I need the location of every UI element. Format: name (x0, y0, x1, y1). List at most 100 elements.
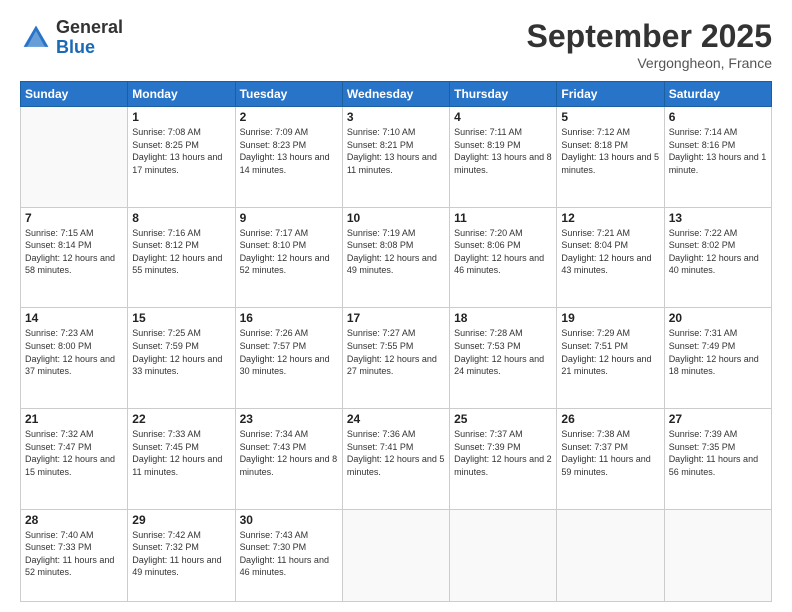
table-row: 16 Sunrise: 7:26 AM Sunset: 7:57 PM Dayli… (235, 308, 342, 409)
day-number: 23 (240, 412, 338, 426)
day-number: 10 (347, 211, 445, 225)
day-number: 13 (669, 211, 767, 225)
day-number: 3 (347, 110, 445, 124)
day-number: 16 (240, 311, 338, 325)
col-friday: Friday (557, 82, 664, 107)
day-info: Sunrise: 7:22 AM Sunset: 8:02 PM Dayligh… (669, 227, 767, 277)
table-row: 30 Sunrise: 7:43 AM Sunset: 7:30 PM Dayli… (235, 509, 342, 601)
day-info: Sunrise: 7:36 AM Sunset: 7:41 PM Dayligh… (347, 428, 445, 478)
logo-icon (20, 22, 52, 54)
day-number: 28 (25, 513, 123, 527)
header: General Blue September 2025 Vergongheon,… (20, 18, 772, 71)
day-number: 26 (561, 412, 659, 426)
day-number: 17 (347, 311, 445, 325)
day-number: 2 (240, 110, 338, 124)
day-info: Sunrise: 7:27 AM Sunset: 7:55 PM Dayligh… (347, 327, 445, 377)
table-row: 8 Sunrise: 7:16 AM Sunset: 8:12 PM Daylig… (128, 207, 235, 308)
day-info: Sunrise: 7:17 AM Sunset: 8:10 PM Dayligh… (240, 227, 338, 277)
day-number: 4 (454, 110, 552, 124)
day-number: 22 (132, 412, 230, 426)
col-thursday: Thursday (450, 82, 557, 107)
day-info: Sunrise: 7:37 AM Sunset: 7:39 PM Dayligh… (454, 428, 552, 478)
col-saturday: Saturday (664, 82, 771, 107)
day-number: 15 (132, 311, 230, 325)
table-row: 11 Sunrise: 7:20 AM Sunset: 8:06 PM Dayli… (450, 207, 557, 308)
table-row: 12 Sunrise: 7:21 AM Sunset: 8:04 PM Dayli… (557, 207, 664, 308)
day-number: 30 (240, 513, 338, 527)
day-info: Sunrise: 7:14 AM Sunset: 8:16 PM Dayligh… (669, 126, 767, 176)
col-sunday: Sunday (21, 82, 128, 107)
day-info: Sunrise: 7:10 AM Sunset: 8:21 PM Dayligh… (347, 126, 445, 176)
day-info: Sunrise: 7:21 AM Sunset: 8:04 PM Dayligh… (561, 227, 659, 277)
table-row: 9 Sunrise: 7:17 AM Sunset: 8:10 PM Daylig… (235, 207, 342, 308)
logo-text: General Blue (56, 18, 123, 58)
day-info: Sunrise: 7:33 AM Sunset: 7:45 PM Dayligh… (132, 428, 230, 478)
table-row: 17 Sunrise: 7:27 AM Sunset: 7:55 PM Dayli… (342, 308, 449, 409)
day-number: 1 (132, 110, 230, 124)
logo-line2: Blue (56, 38, 123, 58)
day-info: Sunrise: 7:34 AM Sunset: 7:43 PM Dayligh… (240, 428, 338, 478)
day-number: 25 (454, 412, 552, 426)
table-row: 3 Sunrise: 7:10 AM Sunset: 8:21 PM Daylig… (342, 107, 449, 208)
table-row: 22 Sunrise: 7:33 AM Sunset: 7:45 PM Dayli… (128, 408, 235, 509)
table-row: 24 Sunrise: 7:36 AM Sunset: 7:41 PM Dayli… (342, 408, 449, 509)
table-row: 27Sunrise: 7:39 AM Sunset: 7:35 PM Dayli… (664, 408, 771, 509)
day-info: Sunrise: 7:25 AM Sunset: 7:59 PM Dayligh… (132, 327, 230, 377)
day-number: 6 (669, 110, 767, 124)
table-row: 20 Sunrise: 7:31 AM Sunset: 7:49 PM Dayli… (664, 308, 771, 409)
calendar-header-row: Sunday Monday Tuesday Wednesday Thursday… (21, 82, 772, 107)
day-number: 21 (25, 412, 123, 426)
table-row: 1Sunrise: 7:08 AM Sunset: 8:25 PM Daylig… (128, 107, 235, 208)
table-row: 19 Sunrise: 7:29 AM Sunset: 7:51 PM Dayli… (557, 308, 664, 409)
day-info: Sunrise: 7:28 AM Sunset: 7:53 PM Dayligh… (454, 327, 552, 377)
day-info: Sunrise: 7:40 AM Sunset: 7:33 PM Dayligh… (25, 529, 123, 579)
table-row (342, 509, 449, 601)
table-row: 23 Sunrise: 7:34 AM Sunset: 7:43 PM Dayli… (235, 408, 342, 509)
day-number: 12 (561, 211, 659, 225)
day-number: 7 (25, 211, 123, 225)
day-info: Sunrise: 7:11 AM Sunset: 8:19 PM Dayligh… (454, 126, 552, 176)
table-row: 2 Sunrise: 7:09 AM Sunset: 8:23 PM Daylig… (235, 107, 342, 208)
day-info: Sunrise: 7:26 AM Sunset: 7:57 PM Dayligh… (240, 327, 338, 377)
day-number: 9 (240, 211, 338, 225)
table-row: 29Sunrise: 7:42 AM Sunset: 7:32 PM Dayli… (128, 509, 235, 601)
day-number: 8 (132, 211, 230, 225)
day-info: Sunrise: 7:16 AM Sunset: 8:12 PM Dayligh… (132, 227, 230, 277)
day-info: Sunrise: 7:39 AM Sunset: 7:35 PM Dayligh… (669, 428, 767, 478)
location: Vergongheon, France (527, 55, 772, 71)
day-info: Sunrise: 7:20 AM Sunset: 8:06 PM Dayligh… (454, 227, 552, 277)
month-title: September 2025 (527, 18, 772, 55)
day-info: Sunrise: 7:29 AM Sunset: 7:51 PM Dayligh… (561, 327, 659, 377)
day-info: Sunrise: 7:31 AM Sunset: 7:49 PM Dayligh… (669, 327, 767, 377)
day-number: 18 (454, 311, 552, 325)
day-number: 19 (561, 311, 659, 325)
table-row: 7Sunrise: 7:15 AM Sunset: 8:14 PM Daylig… (21, 207, 128, 308)
day-number: 20 (669, 311, 767, 325)
logo-line1: General (56, 18, 123, 38)
table-row (21, 107, 128, 208)
day-number: 11 (454, 211, 552, 225)
table-row (557, 509, 664, 601)
day-info: Sunrise: 7:43 AM Sunset: 7:30 PM Dayligh… (240, 529, 338, 579)
table-row: 25 Sunrise: 7:37 AM Sunset: 7:39 PM Dayli… (450, 408, 557, 509)
day-info: Sunrise: 7:32 AM Sunset: 7:47 PM Dayligh… (25, 428, 123, 478)
table-row: 10 Sunrise: 7:19 AM Sunset: 8:08 PM Dayli… (342, 207, 449, 308)
day-info: Sunrise: 7:19 AM Sunset: 8:08 PM Dayligh… (347, 227, 445, 277)
day-info: Sunrise: 7:12 AM Sunset: 8:18 PM Dayligh… (561, 126, 659, 176)
table-row: 6 Sunrise: 7:14 AM Sunset: 8:16 PM Daylig… (664, 107, 771, 208)
day-number: 24 (347, 412, 445, 426)
calendar-table: Sunday Monday Tuesday Wednesday Thursday… (20, 81, 772, 602)
col-tuesday: Tuesday (235, 82, 342, 107)
day-info: Sunrise: 7:38 AM Sunset: 7:37 PM Dayligh… (561, 428, 659, 478)
day-info: Sunrise: 7:09 AM Sunset: 8:23 PM Dayligh… (240, 126, 338, 176)
col-monday: Monday (128, 82, 235, 107)
table-row: 13 Sunrise: 7:22 AM Sunset: 8:02 PM Dayli… (664, 207, 771, 308)
table-row: 18 Sunrise: 7:28 AM Sunset: 7:53 PM Dayli… (450, 308, 557, 409)
day-number: 14 (25, 311, 123, 325)
day-number: 5 (561, 110, 659, 124)
table-row: 15 Sunrise: 7:25 AM Sunset: 7:59 PM Dayli… (128, 308, 235, 409)
col-wednesday: Wednesday (342, 82, 449, 107)
day-number: 29 (132, 513, 230, 527)
table-row: 21 Sunrise: 7:32 AM Sunset: 7:47 PM Dayli… (21, 408, 128, 509)
title-block: September 2025 Vergongheon, France (527, 18, 772, 71)
